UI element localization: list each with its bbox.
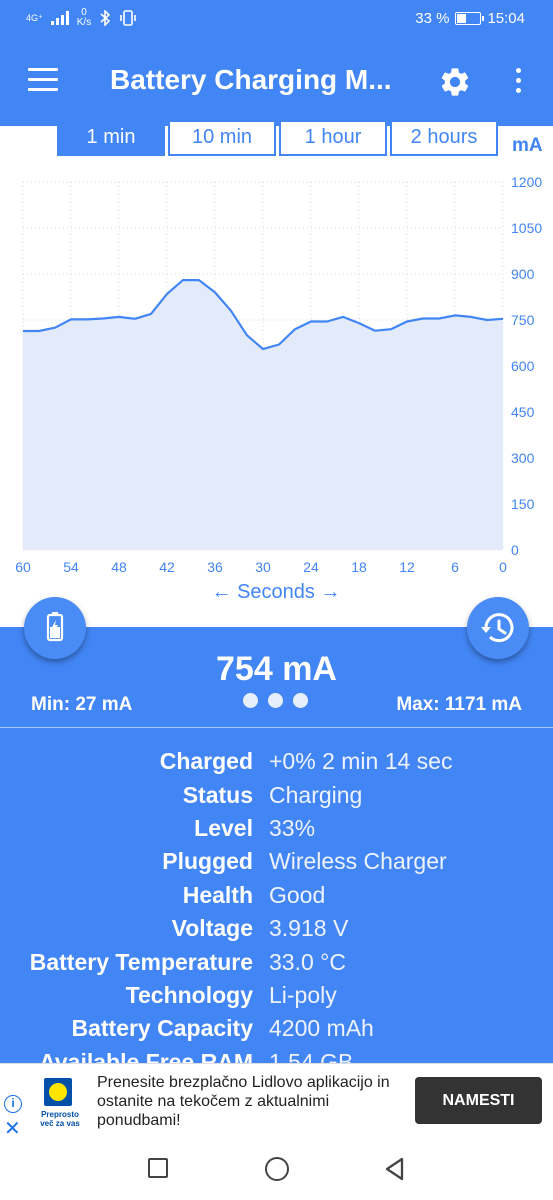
unit-label: mA bbox=[512, 135, 543, 156]
page-indicator[interactable] bbox=[243, 693, 308, 708]
menu-icon[interactable] bbox=[28, 68, 58, 92]
info-row-status: Status Charging bbox=[182, 781, 363, 808]
y-tick-label: 450 bbox=[511, 404, 535, 420]
y-tick-label: 300 bbox=[511, 450, 535, 466]
network-type: 4G⁺ bbox=[26, 12, 43, 23]
page-dot[interactable] bbox=[243, 693, 258, 708]
page-dot[interactable] bbox=[268, 693, 283, 708]
recents-button[interactable] bbox=[148, 1158, 168, 1178]
info-row-plugged: Plugged Wireless Charger bbox=[162, 848, 447, 875]
x-tick-label: 30 bbox=[255, 559, 271, 575]
lidl-tagline: Preprosto več za vas bbox=[40, 1110, 80, 1128]
y-tick-label: 150 bbox=[511, 496, 535, 512]
y-tick-label: 600 bbox=[511, 358, 535, 374]
ad-info-icon[interactable]: i bbox=[4, 1095, 22, 1113]
network-speed: 0 K/s bbox=[76, 7, 92, 28]
y-tick-label: 1050 bbox=[511, 220, 542, 236]
battery-percent: 33 % bbox=[415, 10, 450, 27]
info-row-health: Health Good bbox=[182, 881, 326, 908]
info-row-charged: Charged +0% 2 min 14 sec bbox=[159, 748, 453, 775]
clock: 15:04 bbox=[487, 10, 525, 27]
y-tick-label: 1200 bbox=[511, 174, 542, 190]
battery-icon bbox=[455, 12, 485, 25]
vibrate-icon bbox=[120, 10, 137, 26]
tab-1-min[interactable]: 1 min bbox=[57, 120, 165, 156]
x-tick-label: 18 bbox=[351, 559, 367, 575]
tab-2-hours[interactable]: 2 hours bbox=[390, 120, 498, 156]
ad-banner[interactable]: i ✕ Preprosto več za vas Prenesite brezp… bbox=[0, 1063, 553, 1140]
y-tick-label: 0 bbox=[511, 542, 519, 558]
x-tick-label: 60 bbox=[15, 559, 31, 575]
info-row-voltage: Voltage 3.918 V bbox=[171, 915, 349, 942]
bluetooth-icon bbox=[100, 10, 111, 26]
gear-icon[interactable] bbox=[438, 65, 472, 99]
x-axis-label: ← Seconds → bbox=[212, 581, 341, 603]
current-reading: 754 mA bbox=[216, 650, 337, 688]
divider bbox=[0, 727, 553, 728]
x-tick-label: 42 bbox=[159, 559, 175, 575]
system-nav-bar bbox=[0, 1137, 553, 1200]
more-vert-icon[interactable] bbox=[508, 68, 528, 98]
current-chart: 12001050900750600450300150060 54 48 42 36 30 2… bbox=[15, 174, 542, 603]
info-row-temperature: Battery Temperature 33.0 °C bbox=[29, 948, 346, 975]
app-bar: Battery Charging M... bbox=[0, 38, 553, 126]
chart-area bbox=[23, 280, 503, 550]
tab-1-hour[interactable]: 1 hour bbox=[279, 120, 387, 156]
min-reading: Min: 27 mA bbox=[31, 694, 133, 715]
tab-10-min[interactable]: 10 min bbox=[168, 120, 276, 156]
y-tick-label: 750 bbox=[511, 312, 535, 328]
range-tabs: 1 min 10 min 1 hour 2 hours bbox=[57, 120, 498, 156]
x-tick-label: 0 bbox=[499, 559, 507, 575]
signal-icon bbox=[50, 11, 69, 25]
page-dot[interactable] bbox=[293, 693, 308, 708]
back-button[interactable] bbox=[383, 1157, 407, 1181]
x-tick-label: 24 bbox=[303, 559, 319, 575]
info-row-capacity: Battery Capacity 4200 mAh bbox=[71, 1015, 374, 1042]
x-tick-label: 48 bbox=[111, 559, 127, 575]
install-button[interactable]: NAMESTI bbox=[415, 1077, 542, 1124]
info-row-level: Level 33% bbox=[194, 814, 316, 841]
battery-info-list: Charged +0% 2 min 14 sec Status Charging L… bbox=[0, 745, 553, 1079]
info-row-technology: Technology Li-poly bbox=[125, 981, 337, 1008]
x-tick-label: 6 bbox=[451, 559, 459, 575]
home-button[interactable] bbox=[265, 1157, 289, 1181]
y-tick-label: 900 bbox=[511, 266, 535, 282]
app-title: Battery Charging M... bbox=[110, 64, 392, 95]
max-reading: Max: 1171 mA bbox=[396, 694, 522, 715]
x-tick-label: 12 bbox=[399, 559, 415, 575]
x-tick-label: 54 bbox=[63, 559, 79, 575]
lidl-logo bbox=[44, 1078, 72, 1106]
x-tick-label: 36 bbox=[207, 559, 223, 575]
ad-text: Prenesite brezplačno Lidlovo aplikacijo … bbox=[97, 1074, 390, 1129]
status-bar: 4G⁺ 0 K/s 33 % 15:04 bbox=[0, 0, 553, 38]
